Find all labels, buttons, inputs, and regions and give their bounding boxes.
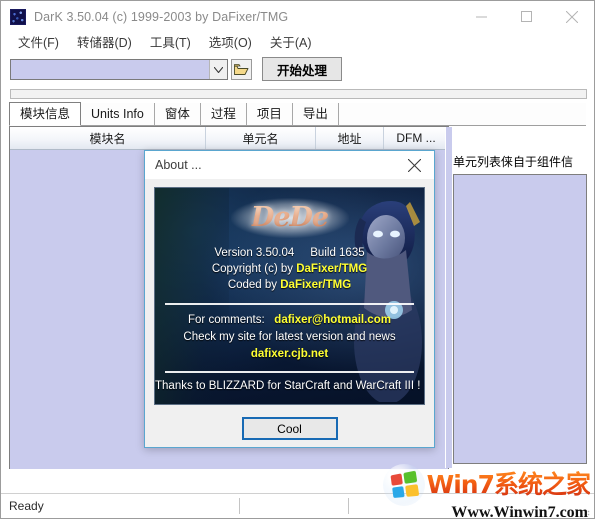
toolbar: 开始处理 bbox=[1, 54, 594, 86]
file-path-combo[interactable] bbox=[10, 59, 228, 80]
build-text: Build 1635 bbox=[310, 247, 365, 259]
column-header-unit-name[interactable]: 单元名 bbox=[206, 127, 316, 149]
column-header-address[interactable]: 地址 bbox=[316, 127, 384, 149]
thanks-line: Thanks to BLIZZARD for StarCraft and War… bbox=[155, 380, 425, 392]
maximize-icon[interactable] bbox=[504, 1, 549, 32]
copyright-line: Copyright (c) by DaFixer/TMG bbox=[155, 261, 424, 277]
splash-image: DeDe Version 3.50.04 Build 1635 Copyrigh… bbox=[154, 187, 425, 405]
coded-line: Coded by DaFixer/TMG bbox=[155, 277, 424, 293]
menu-item-options[interactable]: 选项(O) bbox=[200, 32, 261, 54]
unit-list-box[interactable] bbox=[453, 174, 587, 464]
resize-grip-icon[interactable] bbox=[579, 504, 591, 516]
splash-contact-block: For comments: dafixer@hotmail.com Check … bbox=[155, 312, 424, 363]
splash-divider-bottom bbox=[165, 371, 414, 373]
chevron-down-icon[interactable] bbox=[209, 60, 227, 79]
version-text: Version 3.50.04 bbox=[214, 247, 295, 259]
status-bar: Ready bbox=[1, 493, 594, 518]
copyright-author: DaFixer/TMG bbox=[296, 263, 368, 275]
tab-strip-filler bbox=[338, 103, 586, 125]
comments-prefix: For comments: bbox=[188, 314, 265, 326]
status-cell-2 bbox=[240, 497, 348, 515]
about-title-bar: About ... bbox=[145, 151, 434, 179]
version-line: Version 3.50.04 Build 1635 bbox=[155, 245, 424, 261]
tab-export[interactable]: 导出 bbox=[292, 103, 339, 125]
unit-list-label: 单元列表俫自于组件信 bbox=[453, 155, 574, 169]
menu-item-dumper[interactable]: 转储器(D) bbox=[68, 32, 141, 54]
menu-item-about[interactable]: 关于(A) bbox=[261, 32, 321, 54]
coded-author: DaFixer/TMG bbox=[280, 279, 352, 291]
tab-strip: 模块信息 Units Info 窗体 过程 项目 导出 bbox=[9, 101, 586, 126]
column-header-dfm[interactable]: DFM ... bbox=[384, 127, 448, 149]
menu-bar: 文件(F) 转储器(D) 工具(T) 选项(O) 关于(A) bbox=[1, 32, 594, 54]
splash-version-block: Version 3.50.04 Build 1635 Copyright (c)… bbox=[155, 245, 424, 293]
comments-email[interactable]: dafixer@hotmail.com bbox=[274, 314, 391, 326]
cool-button[interactable]: Cool bbox=[241, 417, 338, 440]
tab-units-info[interactable]: Units Info bbox=[81, 103, 155, 125]
table-header: 模块名 单元名 地址 DFM ... bbox=[10, 127, 448, 150]
folder-open-icon[interactable] bbox=[231, 59, 252, 80]
application-window: DarK 3.50.04 (c) 1999-2003 by DaFixer/TM… bbox=[0, 0, 595, 519]
title-bar: DarK 3.50.04 (c) 1999-2003 by DaFixer/TM… bbox=[1, 1, 594, 32]
status-ready: Ready bbox=[9, 499, 44, 513]
start-process-button[interactable]: 开始处理 bbox=[262, 57, 342, 81]
status-cell-3 bbox=[349, 497, 594, 515]
menu-item-tools[interactable]: 工具(T) bbox=[141, 32, 200, 54]
about-dialog-title: About ... bbox=[155, 158, 202, 172]
menu-item-file[interactable]: 文件(F) bbox=[9, 32, 68, 54]
splash-divider-top bbox=[165, 303, 414, 305]
vertical-scrollbar[interactable] bbox=[445, 127, 453, 468]
minimize-icon[interactable] bbox=[459, 1, 504, 32]
tab-procedures[interactable]: 过程 bbox=[200, 103, 247, 125]
unit-list-panel: 单元列表俫自于组件信 bbox=[453, 126, 587, 469]
app-icon bbox=[10, 8, 26, 25]
comments-line: For comments: dafixer@hotmail.com bbox=[155, 312, 424, 329]
site-line: Check my site for latest version and new… bbox=[183, 331, 396, 343]
copyright-prefix: Copyright (c) by bbox=[211, 263, 294, 275]
close-icon[interactable] bbox=[549, 1, 594, 32]
close-icon[interactable] bbox=[394, 151, 434, 179]
window-title: DarK 3.50.04 (c) 1999-2003 by DaFixer/TM… bbox=[34, 9, 289, 24]
about-dialog-body: DeDe Version 3.50.04 Build 1635 Copyrigh… bbox=[145, 179, 434, 447]
tab-project[interactable]: 项目 bbox=[246, 103, 293, 125]
tab-module-info[interactable]: 模块信息 bbox=[9, 102, 82, 126]
tab-forms[interactable]: 窗体 bbox=[154, 103, 201, 125]
window-controls bbox=[459, 1, 594, 32]
progress-bar bbox=[10, 89, 587, 99]
column-header-module-name[interactable]: 模块名 bbox=[10, 127, 206, 149]
site-url[interactable]: dafixer.cjb.net bbox=[155, 346, 424, 363]
dede-logo: DeDe bbox=[250, 202, 329, 233]
about-dialog: About ... DeDe Version 3.50.04 Build 163… bbox=[144, 150, 435, 448]
coded-prefix: Coded by bbox=[227, 279, 278, 291]
